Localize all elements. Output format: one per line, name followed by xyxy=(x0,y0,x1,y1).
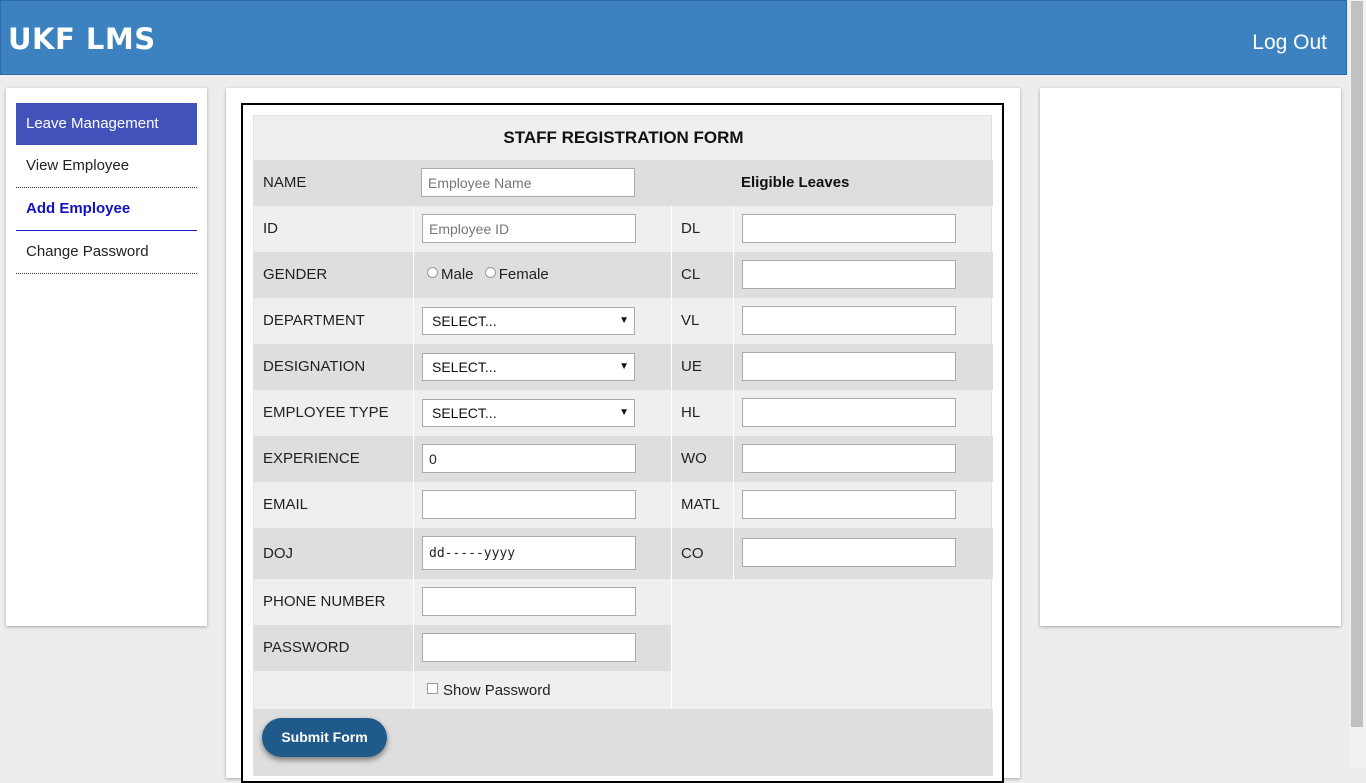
employee-type-select[interactable]: SELECT... ▼ xyxy=(422,399,635,427)
leave-vl-label: VL xyxy=(681,312,700,329)
dropdown-arrow-icon: ▼ xyxy=(619,407,629,418)
phone-label: PHONE NUMBER xyxy=(263,593,386,610)
sidebar-item-leave-management[interactable]: Leave Management xyxy=(16,103,197,145)
main-panel: STAFF REGISTRATION FORM NAME Eligible Le… xyxy=(226,88,1020,783)
form-title: STAFF REGISTRATION FORM xyxy=(503,128,744,147)
gender-female-label: Female xyxy=(498,266,549,283)
employee-type-label: EMPLOYEE TYPE xyxy=(263,404,389,421)
sidebar: Leave Management View Employee Add Emplo… xyxy=(6,88,207,626)
dropdown-arrow-icon: ▼ xyxy=(619,361,629,372)
department-select[interactable]: SELECT... ▼ xyxy=(422,307,635,335)
sidebar-item-add-employee[interactable]: Add Employee xyxy=(16,188,197,231)
leave-matl-input[interactable] xyxy=(742,490,956,519)
password-label: PASSWORD xyxy=(263,639,350,656)
gender-radio-group: Male Female xyxy=(427,266,549,283)
gender-label: GENDER xyxy=(263,266,328,283)
department-select-value: SELECT... xyxy=(432,313,497,329)
form-row-designation: DESIGNATION SELECT... ▼ UE xyxy=(254,344,993,390)
form-row-name: NAME Eligible Leaves xyxy=(254,160,993,206)
leave-co-input[interactable] xyxy=(742,538,956,567)
form-row-department: DEPARTMENT SELECT... ▼ VL xyxy=(254,298,993,344)
leave-dl-input[interactable] xyxy=(742,214,956,243)
leave-dl-label: DL xyxy=(681,220,701,237)
form-row-gender: GENDER Male Female CL xyxy=(254,252,993,298)
form-row-password: PASSWORD xyxy=(254,625,993,671)
form-row-id: ID DL xyxy=(254,206,993,252)
doj-date-input[interactable] xyxy=(422,536,636,570)
designation-select-value: SELECT... xyxy=(432,359,497,375)
leave-ue-label: UE xyxy=(681,358,702,375)
registration-form: STAFF REGISTRATION FORM NAME Eligible Le… xyxy=(253,115,993,776)
sidebar-item-change-password[interactable]: Change Password xyxy=(16,231,197,274)
gender-male-label: Male xyxy=(441,266,474,283)
employee-type-select-value: SELECT... xyxy=(432,405,497,421)
gender-female-radio[interactable] xyxy=(484,267,496,278)
registration-form-frame: STAFF REGISTRATION FORM NAME Eligible Le… xyxy=(241,103,1004,783)
right-panel xyxy=(1040,88,1341,626)
doj-label: DOJ xyxy=(263,545,293,562)
phone-input[interactable] xyxy=(422,587,636,616)
leave-matl-label: MATL xyxy=(681,496,720,513)
leave-co-label: CO xyxy=(681,545,704,562)
id-label: ID xyxy=(263,220,278,237)
form-row-experience: EXPERIENCE WO xyxy=(254,436,993,482)
leave-wo-input[interactable] xyxy=(742,444,956,473)
show-password-toggle: Show Password xyxy=(427,682,551,699)
submit-form-button[interactable]: Submit Form xyxy=(262,718,387,757)
password-input[interactable] xyxy=(422,633,636,662)
designation-label: DESIGNATION xyxy=(263,358,366,375)
show-password-checkbox[interactable] xyxy=(427,683,438,694)
page-scrollbar[interactable] xyxy=(1349,0,1366,768)
leave-ue-input[interactable] xyxy=(742,352,956,381)
experience-input[interactable] xyxy=(422,444,636,473)
logout-link[interactable]: Log Out xyxy=(1252,31,1327,55)
leave-cl-input[interactable] xyxy=(742,260,956,289)
form-row-email: EMAIL MATL xyxy=(254,482,993,528)
name-label: NAME xyxy=(263,174,307,191)
sidebar-item-view-employee[interactable]: View Employee xyxy=(16,145,197,188)
form-row-phone: PHONE NUMBER xyxy=(254,579,993,625)
email-label: EMAIL xyxy=(263,496,309,513)
department-label: DEPARTMENT xyxy=(263,312,365,329)
app-header: UKF LMS Log Out xyxy=(0,0,1347,75)
eligible-leaves-header: Eligible Leaves xyxy=(741,174,850,191)
leave-hl-input[interactable] xyxy=(742,398,956,427)
dropdown-arrow-icon: ▼ xyxy=(619,315,629,326)
designation-select[interactable]: SELECT... ▼ xyxy=(422,353,635,381)
experience-label: EXPERIENCE xyxy=(263,450,360,467)
leave-vl-input[interactable] xyxy=(742,306,956,335)
leave-wo-label: WO xyxy=(681,450,707,467)
show-password-label: Show Password xyxy=(443,682,551,699)
employee-name-input[interactable] xyxy=(421,168,635,197)
leave-hl-label: HL xyxy=(681,404,701,421)
leave-cl-label: CL xyxy=(681,266,701,283)
form-row-show-password: Show Password xyxy=(254,671,993,709)
form-row-doj: DOJ CO xyxy=(254,528,993,579)
form-row-employee-type: EMPLOYEE TYPE SELECT... ▼ HL xyxy=(254,390,993,436)
gender-male-radio[interactable] xyxy=(427,267,438,278)
email-input[interactable] xyxy=(422,490,636,519)
brand-title: UKF LMS xyxy=(8,22,156,56)
sidebar-nav: Leave Management View Employee Add Emplo… xyxy=(16,103,197,274)
employee-id-input[interactable] xyxy=(422,214,636,243)
scrollbar-thumb[interactable] xyxy=(1351,1,1363,727)
